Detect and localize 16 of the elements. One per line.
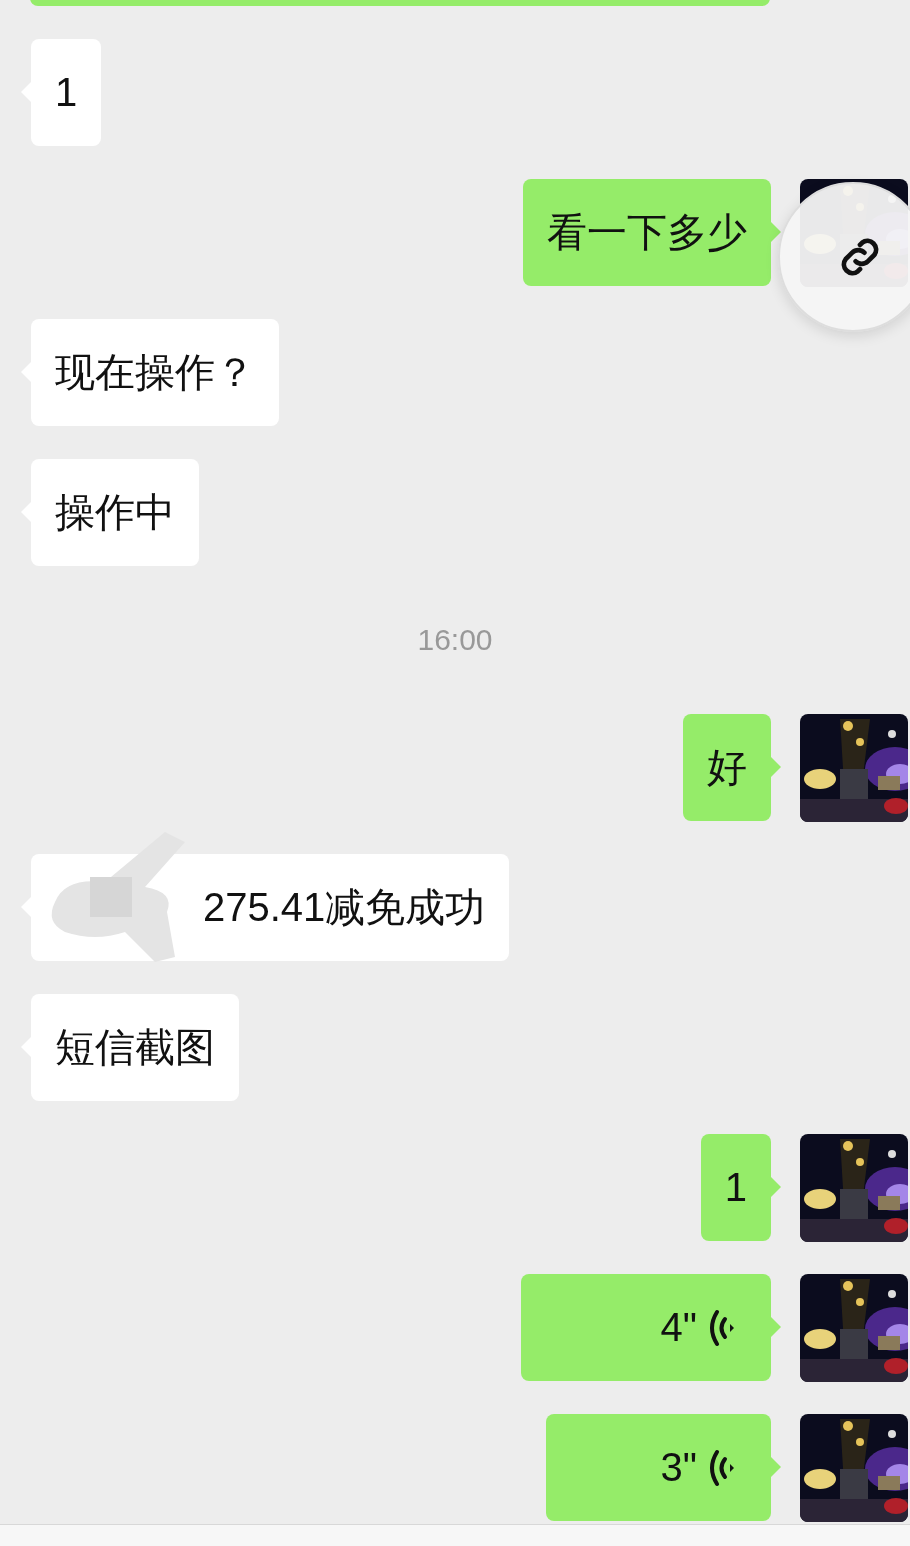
- message-bubble: 操作中: [31, 459, 199, 566]
- bubble-tail: [771, 1317, 781, 1337]
- message-bubble: 好: [683, 714, 771, 821]
- message-bubble: 看一下多少: [523, 179, 771, 286]
- message-bubble: 1: [700, 1134, 771, 1241]
- bubble-tail: [771, 1177, 781, 1197]
- message-bubble: 现在操作？: [31, 319, 279, 426]
- message-bubble: 短信截图: [31, 994, 239, 1101]
- timestamp: 16:00: [417, 623, 493, 657]
- voice-message[interactable]: 3": [546, 1414, 771, 1521]
- bubble-tail: [771, 757, 781, 777]
- message-bubble: 1: [31, 39, 102, 146]
- bubble-tail: [771, 1457, 781, 1477]
- voice-message[interactable]: 4": [521, 1274, 771, 1381]
- voice-wave-icon: [707, 1307, 735, 1348]
- voice-wave-icon: [707, 1447, 735, 1488]
